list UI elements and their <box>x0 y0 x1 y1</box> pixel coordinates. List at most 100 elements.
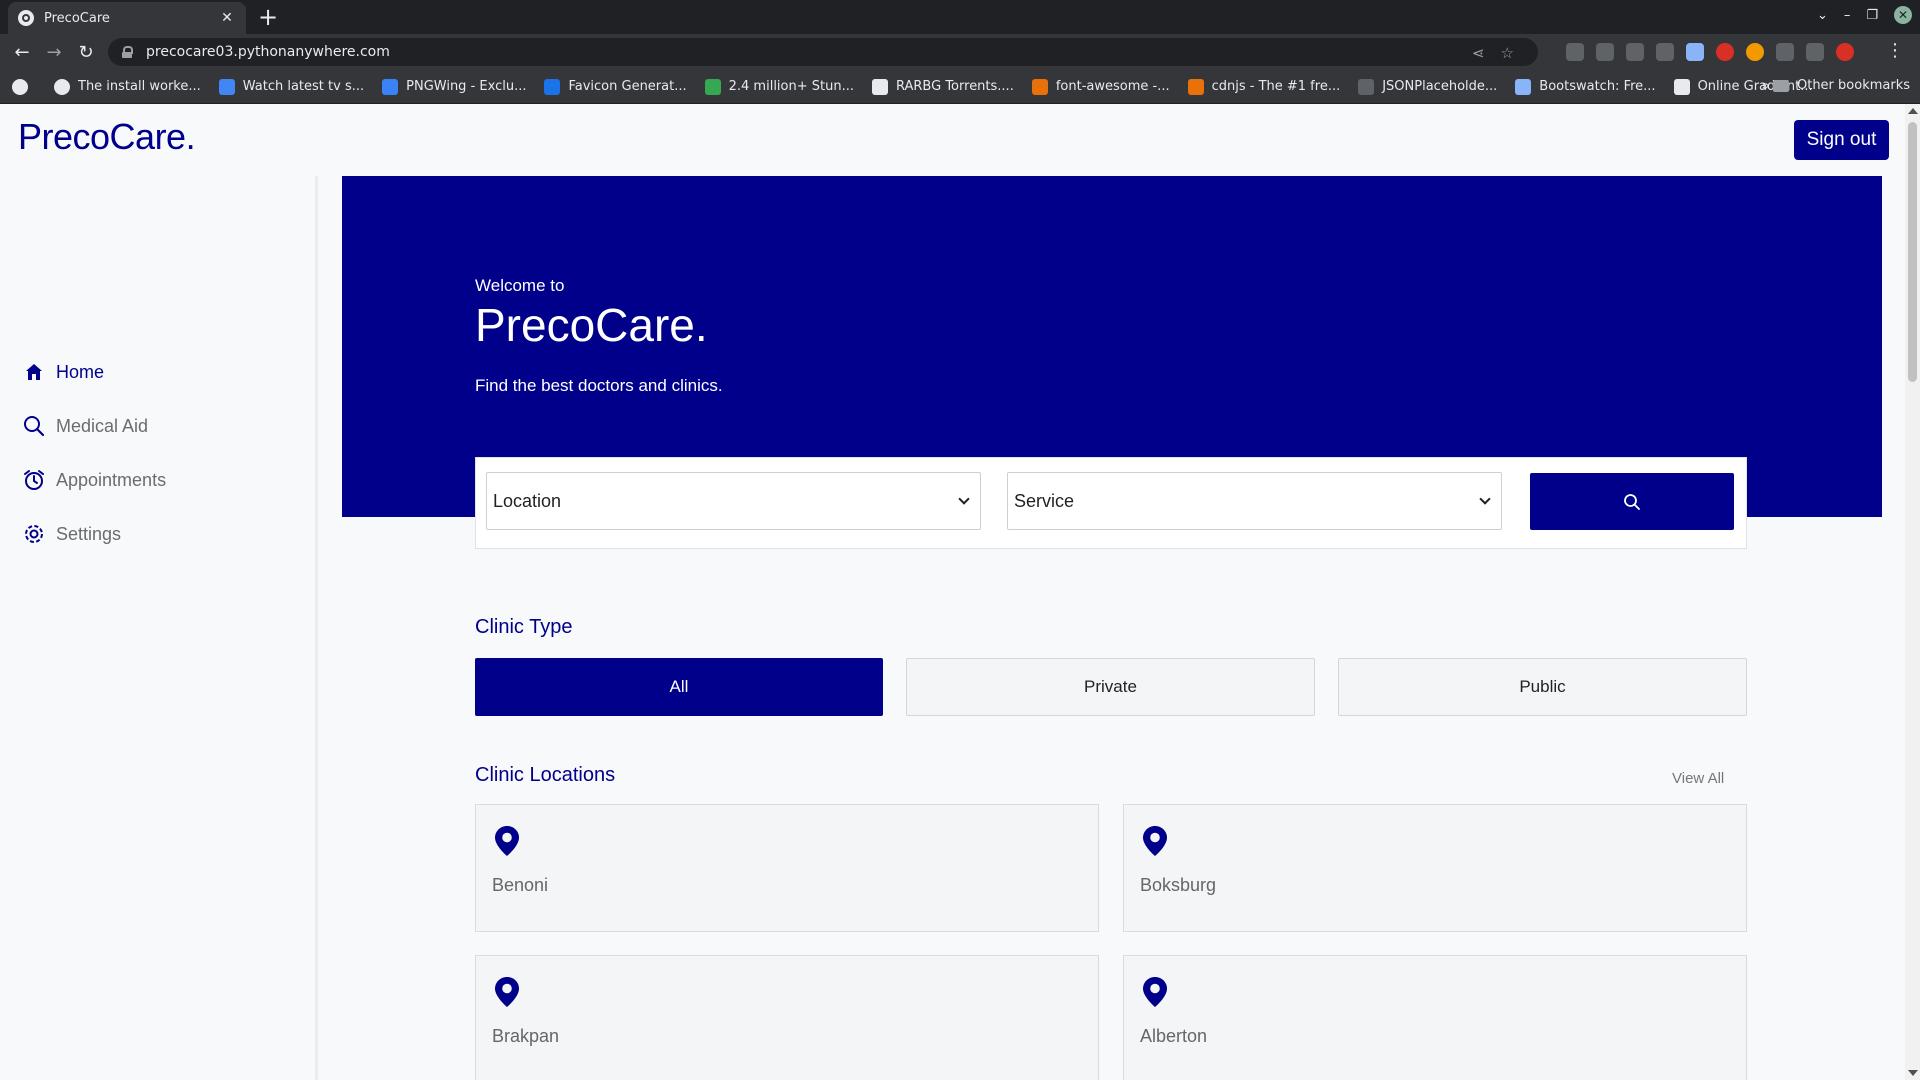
bookmark-label: Bootswatch: Fre... <box>1539 79 1656 94</box>
extension-icon[interactable] <box>1596 43 1614 61</box>
page-scrollbar[interactable] <box>1905 104 1920 1080</box>
bookmark-label: 2.4 million+ Stun... <box>728 79 854 94</box>
extension-icon[interactable] <box>1746 43 1764 61</box>
clinic-type-public-button[interactable]: Public <box>1338 658 1747 716</box>
map-pin-icon <box>1143 826 1167 856</box>
clinic-locations-title: Clinic Locations <box>475 764 616 786</box>
other-bookmarks[interactable]: Other bookmarks <box>1772 78 1910 93</box>
bookmark-item[interactable]: PNGWing - Exclu... <box>382 78 527 95</box>
search-icon <box>1624 493 1640 510</box>
sidebar-item-settings[interactable]: Settings <box>22 522 121 546</box>
back-icon[interactable]: ← <box>6 42 38 63</box>
more-bookmarks-icon[interactable]: » <box>1761 78 1770 94</box>
view-all-link[interactable]: View All <box>1672 770 1724 787</box>
bookmark-label: JSONPlaceholde... <box>1382 79 1498 94</box>
sidebar-item-label: Home <box>56 361 105 382</box>
bookmark-item[interactable]: Watch latest tv s... <box>218 78 364 95</box>
bookmark-favicon-icon <box>1515 78 1532 95</box>
clinic-location-card[interactable]: Benoni <box>475 804 1099 932</box>
bookmark-star-icon[interactable]: ☆ <box>1501 44 1514 62</box>
page-viewport: PrecoCare. Sign out Home Medical Aid App… <box>0 104 1905 1080</box>
restore-icon[interactable]: ❐ <box>1866 8 1878 23</box>
sidebar-item-appointments[interactable]: Appointments <box>22 468 166 492</box>
location-select[interactable]: Location <box>486 472 981 530</box>
scrollbar-thumb[interactable] <box>1908 122 1917 382</box>
clinic-location-name: Benoni <box>492 875 549 895</box>
sidebar-item-home[interactable]: Home <box>22 360 104 384</box>
map-pin-icon <box>495 826 519 856</box>
bookmark-item[interactable]: RARBG Torrents.... <box>872 78 1014 95</box>
window-controls: ⌄ – ❐ ✕ <box>1817 6 1912 24</box>
clinic-type-title: Clinic Type <box>475 616 573 638</box>
bookmark-item[interactable]: cdnjs - The #1 fre... <box>1187 78 1340 95</box>
map-pin-icon <box>1143 977 1167 1007</box>
clinic-type-all-button[interactable]: All <box>475 658 883 716</box>
bookmark-favicon-icon <box>1358 78 1375 95</box>
clinic-type-private-button[interactable]: Private <box>906 658 1315 716</box>
sidebar-item-medical-aid[interactable]: Medical Aid <box>22 414 148 438</box>
scroll-down-icon[interactable] <box>1908 1070 1918 1076</box>
close-window-icon[interactable]: ✕ <box>1894 6 1912 24</box>
globe-icon <box>18 10 34 26</box>
chevron-down-icon <box>1479 493 1491 505</box>
extension-icon[interactable] <box>1686 43 1704 61</box>
search-button[interactable] <box>1530 473 1734 530</box>
tab-search-icon[interactable]: ⌄ <box>1817 8 1828 23</box>
chevron-down-icon <box>958 493 970 505</box>
gear-icon <box>22 522 46 546</box>
clinic-location-card[interactable]: Brakpan <box>475 955 1099 1080</box>
share-icon[interactable]: ⋖ <box>1472 44 1485 62</box>
search-panel: Location Service <box>475 457 1747 549</box>
bookmarks-bar: The install worke... Watch latest tv s..… <box>0 70 1920 104</box>
bookmark-favicon-icon <box>544 78 561 95</box>
sign-out-button[interactable]: Sign out <box>1794 120 1889 160</box>
bookmark-item[interactable]: Bootswatch: Fre... <box>1515 78 1656 95</box>
clinic-location-name: Alberton <box>1140 1026 1208 1046</box>
puzzle-icon[interactable] <box>1776 43 1794 61</box>
bookmark-favicon-icon <box>1673 78 1690 95</box>
bookmark-item[interactable] <box>12 78 36 95</box>
other-bookmarks-label: Other bookmarks <box>1796 78 1910 93</box>
bookmark-label: Favicon Generat... <box>568 79 687 94</box>
bookmark-item[interactable]: 2.4 million+ Stun... <box>704 78 854 95</box>
bookmark-favicon-icon <box>54 78 70 95</box>
reload-icon[interactable]: ↻ <box>70 42 102 63</box>
hero-title: PrecoCare. <box>475 299 708 351</box>
service-select[interactable]: Service <box>1007 472 1502 530</box>
extension-icon[interactable] <box>1716 43 1734 61</box>
sidebar-item-label: Medical Aid <box>56 415 149 436</box>
alarm-clock-icon <box>22 468 46 492</box>
clinic-location-card[interactable]: Boksburg <box>1123 804 1747 932</box>
search-icon <box>22 414 46 438</box>
hero-subtitle: Find the best doctors and clinics. <box>475 376 723 395</box>
tab-close-icon[interactable]: ✕ <box>218 10 236 26</box>
clinic-location-name: Brakpan <box>492 1026 560 1046</box>
bookmark-item[interactable]: The install worke... <box>54 78 201 95</box>
address-bar[interactable]: precocare03.pythonanywhere.com ⋖ ☆ <box>108 38 1538 66</box>
new-tab-icon[interactable]: + <box>258 3 278 31</box>
extension-icon[interactable] <box>1656 43 1674 61</box>
sidebar: Home Medical Aid Appointments Settings <box>0 176 318 1080</box>
bookmark-item[interactable]: JSONPlaceholde... <box>1358 78 1498 95</box>
clinic-location-name: Boksburg <box>1140 875 1217 895</box>
brand-logo[interactable]: PrecoCare. <box>18 116 196 158</box>
bookmark-item[interactable]: Favicon Generat... <box>544 78 687 95</box>
browser-tab-strip: PrecoCare ✕ + ⌄ – ❐ ✕ <box>0 0 1920 34</box>
extension-icon[interactable] <box>1626 43 1644 61</box>
extension-icon[interactable] <box>1566 43 1584 61</box>
browser-tab[interactable]: PrecoCare ✕ <box>8 2 246 34</box>
bookmark-favicon-icon <box>12 78 28 95</box>
bookmark-item[interactable]: font-awesome -... <box>1031 78 1170 95</box>
lock-icon <box>122 46 133 58</box>
scroll-up-icon[interactable] <box>1908 108 1918 114</box>
forward-icon[interactable]: → <box>38 42 70 63</box>
clinic-location-card[interactable]: Alberton <box>1123 955 1747 1080</box>
sidebar-item-label: Settings <box>56 523 122 544</box>
profile-avatar[interactable] <box>1836 43 1854 61</box>
bookmark-label: PNGWing - Exclu... <box>406 79 527 94</box>
sidebar-item-label: Appointments <box>56 469 167 490</box>
minimize-icon[interactable]: – <box>1844 8 1851 23</box>
browser-menu-icon[interactable]: ⋮ <box>1886 40 1904 61</box>
browser-toolbar: ← → ↻ precocare03.pythonanywhere.com ⋖ ☆… <box>0 34 1920 70</box>
side-panel-icon[interactable] <box>1806 43 1824 61</box>
